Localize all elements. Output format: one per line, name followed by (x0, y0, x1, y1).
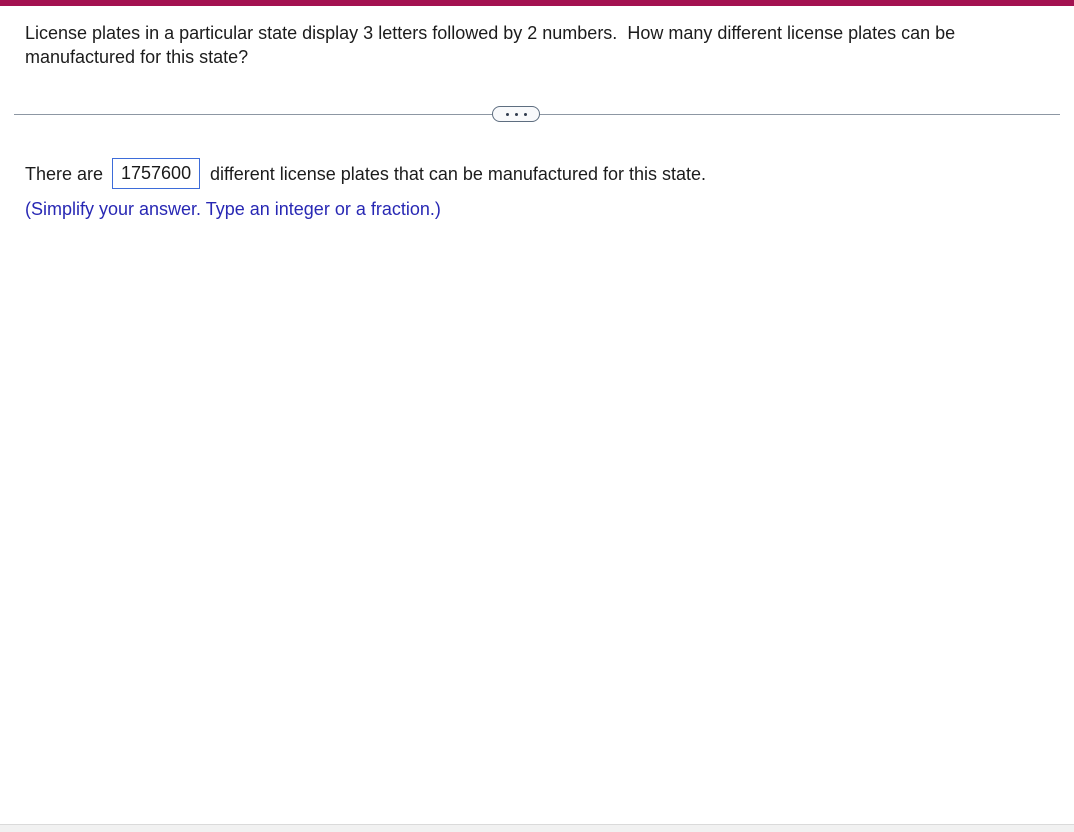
question-answer-divider (14, 106, 1060, 122)
answer-line: There are different license plates that … (25, 158, 1049, 189)
answer-instruction: (Simplify your answer. Type an integer o… (25, 199, 441, 219)
ellipsis-icon (523, 112, 527, 116)
answer-input[interactable] (112, 158, 201, 189)
horizontal-scrollbar-track[interactable] (0, 824, 1074, 832)
answer-section: There are different license plates that … (25, 158, 1049, 221)
ellipsis-icon (505, 112, 509, 116)
expand-collapse-button[interactable] (492, 106, 541, 122)
question-text: License plates in a particular state dis… (25, 23, 961, 67)
answer-prefix: There are (25, 163, 104, 184)
ellipsis-icon (514, 112, 518, 116)
answer-suffix: different license plates that can be man… (210, 163, 707, 184)
